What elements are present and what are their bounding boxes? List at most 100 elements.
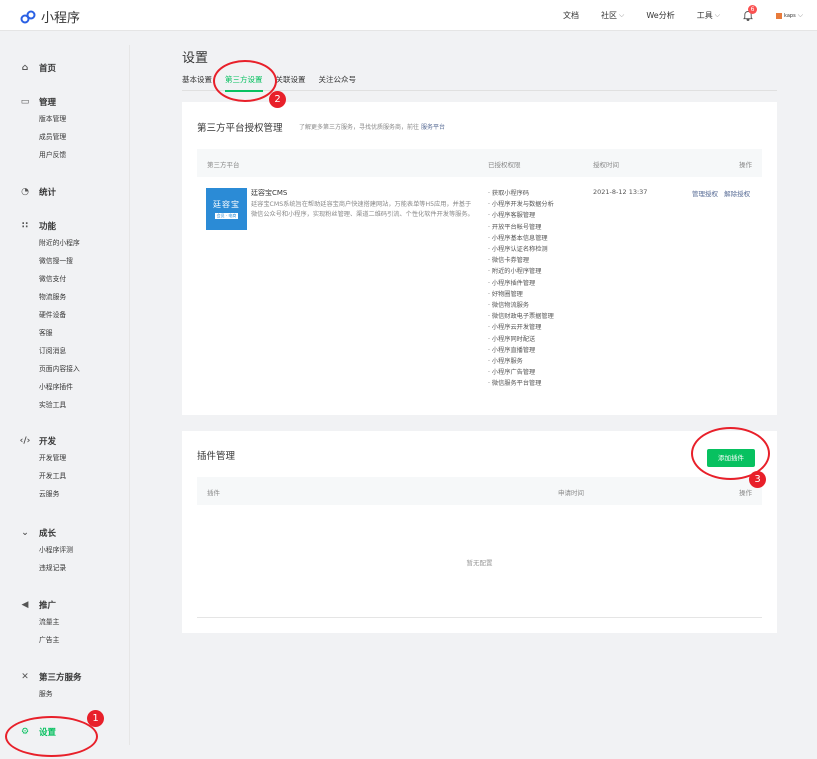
sidebar-item-features[interactable]: ∷ 功能: [0, 218, 130, 234]
sidebar-item-pay[interactable]: 微信支付: [0, 270, 130, 288]
nav-we-analysis[interactable]: We分析: [646, 10, 674, 21]
user-menu[interactable]: kaps ⌵: [776, 11, 803, 20]
nav-community[interactable]: 社区 ⌵: [601, 10, 624, 21]
sidebar-group-stats: ◔ 统计: [0, 184, 130, 200]
col-auth-time: 授权时间: [593, 161, 619, 169]
platform-logo-sub: 会员 · 电商: [214, 213, 239, 219]
annotation-number: 1: [87, 710, 104, 727]
sidebar-item-nearby[interactable]: 附近的小程序: [0, 234, 130, 252]
permission-item: · 小程序同时配送: [488, 335, 536, 343]
permission-item: · 小程序广告管理: [488, 369, 536, 377]
growth-icon: ⌄: [21, 528, 29, 538]
sidebar-label: 成长: [39, 529, 57, 539]
tab-follow[interactable]: 关注公众号: [319, 74, 357, 91]
nav-community-label: 社区: [601, 11, 618, 20]
sidebar-item-service[interactable]: 客服: [0, 324, 130, 342]
permission-item: · 微信物流服务: [488, 302, 530, 310]
sidebar: ⌂ 首页 ▭ 管理 版本管理 成员管理 用户反馈 ◔ 统计 ∷ 功能 附近的小程序 微信…: [0, 31, 130, 759]
third-party-icon: ✕: [21, 672, 29, 682]
sidebar-label: 开发: [39, 437, 57, 447]
permission-item: · 微信服务平台管理: [488, 380, 542, 388]
revoke-auth-link[interactable]: 解除授权: [724, 190, 750, 198]
permission-item: · 微信卡券管理: [488, 257, 530, 265]
sidebar-item-advertiser[interactable]: 广告主: [0, 631, 130, 649]
pie-chart-icon: ◔: [21, 187, 29, 197]
app-title: 小程序: [41, 11, 81, 26]
sidebar-item-lab[interactable]: 实验工具: [0, 396, 130, 414]
auth-card-desc: 了解更多第三方服务，寻找优质服务商，前往 服务平台: [299, 122, 445, 131]
sidebar-group-manage: ▭ 管理 版本管理 成员管理 用户反馈: [0, 94, 130, 164]
permission-item: · 小程序服务: [488, 358, 523, 366]
platform-logo-text: 廷容宝: [213, 200, 240, 209]
sidebar-item-review[interactable]: 小程序评测: [0, 541, 130, 559]
sidebar-item-logistics[interactable]: 物流服务: [0, 288, 130, 306]
sidebar-item-services[interactable]: 服务: [0, 685, 130, 703]
col-permissions: 已授权权限: [488, 161, 521, 169]
nav-we-analysis-label: We分析: [646, 11, 675, 20]
sidebar-group-third-party: ✕ 第三方服务 服务: [0, 669, 130, 703]
sidebar-item-growth[interactable]: ⌄ 成长: [0, 525, 130, 541]
permission-item: · 好物圈管理: [488, 290, 523, 298]
permission-item: · 附近的小程序管理: [488, 268, 542, 276]
permission-list: · 获取小程序码 · 小程序开发与数据分析 · 小程序客服管理 · 开放平台帐号…: [488, 188, 554, 390]
notifications[interactable]: 6: [742, 4, 758, 22]
chevron-down-icon: ⌵: [714, 11, 721, 19]
nav-tools[interactable]: 工具 ⌵: [697, 10, 720, 21]
platform-logo: 廷容宝 会员 · 电商: [206, 188, 247, 230]
sidebar-item-page-content[interactable]: 页面内容接入: [0, 360, 130, 378]
sidebar-label: 管理: [39, 98, 57, 108]
sidebar-item-plugins[interactable]: 小程序插件: [0, 378, 130, 396]
sidebar-label: 统计: [39, 188, 57, 198]
sidebar-item-promo[interactable]: ◀ 推广: [0, 597, 130, 613]
manage-auth-link[interactable]: 管理授权: [692, 190, 718, 198]
permission-item: · 获取小程序码: [488, 190, 530, 197]
sidebar-item-dev-tools[interactable]: 开发工具: [0, 467, 130, 485]
tab-related[interactable]: 关联设置: [276, 74, 306, 91]
home-icon: ⌂: [21, 63, 29, 73]
sidebar-group-home: ⌂ 首页: [0, 60, 130, 76]
annotation-number: 2: [269, 91, 286, 108]
sidebar-item-feedback[interactable]: 用户反馈: [0, 146, 130, 164]
avatar: [776, 12, 783, 19]
annotation-ring: [213, 60, 277, 102]
sidebar-item-dev-manage[interactable]: 开发管理: [0, 449, 130, 467]
permission-item: · 小程序云开发管理: [488, 324, 542, 332]
service-platform-link[interactable]: 服务平台: [421, 124, 445, 131]
sidebar-item-third-party[interactable]: ✕ 第三方服务: [0, 669, 130, 685]
sidebar-item-home[interactable]: ⌂ 首页: [0, 60, 130, 76]
grid-icon: ∷: [21, 221, 29, 231]
sidebar-item-violations[interactable]: 违规记录: [0, 559, 130, 577]
nav-docs[interactable]: 文档: [563, 10, 579, 21]
sidebar-label: 第三方服务: [39, 673, 82, 683]
top-nav: 文档 社区 ⌵ We分析 工具 ⌵ 6 kaps ⌵: [541, 0, 803, 31]
col-apply-time: 申请时间: [558, 489, 584, 497]
auth-card-desc-text: 了解更多第三方服务，寻找优质服务商，前往: [299, 124, 420, 131]
sidebar-item-search[interactable]: 微信搜一搜: [0, 252, 130, 270]
sidebar-item-manage[interactable]: ▭ 管理: [0, 94, 130, 110]
auth-card: 第三方平台授权管理 了解更多第三方服务，寻找优质服务商，前往 服务平台 第三方平…: [182, 102, 777, 415]
permission-item: · 开放平台帐号管理: [488, 223, 542, 231]
sidebar-item-traffic[interactable]: 流量主: [0, 613, 130, 631]
sidebar-item-hardware[interactable]: 硬件设备: [0, 306, 130, 324]
app-logo[interactable]: 小程序: [20, 7, 80, 26]
annotation-ring: [5, 716, 98, 757]
sidebar-item-dev[interactable]: ‹/› 开发: [0, 433, 130, 449]
user-name: kaps: [784, 12, 796, 19]
platform-name: 廷容宝CMS: [251, 189, 288, 197]
sidebar-label: 功能: [39, 222, 57, 232]
permission-item: · 小程序客服管理: [488, 212, 536, 220]
tab-basic[interactable]: 基本设置: [182, 74, 212, 91]
auth-table-header: 第三方平台 已授权权限 授权时间 操作: [197, 149, 762, 177]
plugin-card: 插件管理 添加插件 插件 申请时间 操作 暂无配置: [182, 431, 777, 633]
code-icon: ‹/›: [19, 436, 31, 446]
plugin-table-header: 插件 申请时间 操作: [197, 477, 762, 505]
sidebar-item-subscribe[interactable]: 订阅消息: [0, 342, 130, 360]
sidebar-item-cloud[interactable]: 云服务: [0, 485, 130, 503]
top-bar: 小程序 文档 社区 ⌵ We分析 工具 ⌵ 6 kaps ⌵: [0, 0, 817, 31]
auth-time: 2021-8-12 13:37: [593, 188, 648, 196]
sidebar-item-members[interactable]: 成员管理: [0, 128, 130, 146]
sidebar-item-stats[interactable]: ◔ 统计: [0, 184, 130, 200]
chevron-down-icon: ⌵: [619, 11, 625, 19]
sidebar-item-version[interactable]: 版本管理: [0, 110, 130, 128]
sidebar-group-growth: ⌄ 成长 小程序评测 违规记录: [0, 525, 130, 577]
